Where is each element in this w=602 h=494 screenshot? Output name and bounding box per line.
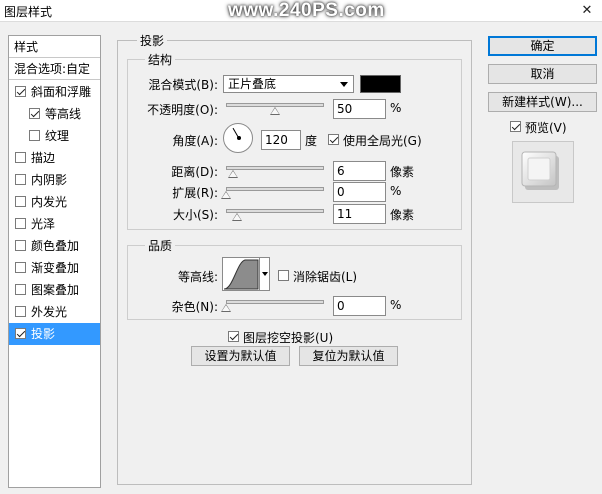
size-slider-thumb[interactable]	[232, 213, 242, 221]
style-item-label: 颜色叠加	[31, 239, 80, 253]
style-item-bevel-emboss[interactable]: 斜面和浮雕	[9, 81, 100, 103]
style-item-label: 投影	[31, 327, 56, 341]
contour-checkbox[interactable]	[29, 108, 40, 119]
new-style-button[interactable]: 新建样式(W)...	[488, 92, 597, 112]
pattern-overlay-checkbox[interactable]	[15, 284, 26, 295]
knockout-label: 图层挖空投影(U)	[243, 331, 334, 345]
distance-label: 距离(D):	[171, 165, 218, 179]
angle-dial[interactable]	[223, 123, 253, 153]
texture-checkbox[interactable]	[29, 130, 40, 141]
noise-input[interactable]: 0	[333, 296, 386, 316]
watermark: www.240PS.com	[228, 0, 385, 21]
preview-checkbox[interactable]	[510, 121, 521, 132]
angle-center-icon	[237, 136, 241, 140]
style-item-outer-glow[interactable]: 外发光	[9, 301, 100, 323]
antialias-checkbox[interactable]	[278, 270, 289, 281]
angle-input[interactable]: 120	[261, 130, 301, 150]
style-item-stroke[interactable]: 描边	[9, 147, 100, 169]
bevel-emboss-checkbox[interactable]	[15, 86, 26, 97]
section-title: 投影	[137, 32, 168, 49]
opacity-label: 不透明度(O):	[147, 103, 218, 117]
style-item-satin[interactable]: 光泽	[9, 213, 100, 235]
noise-slider-thumb[interactable]	[221, 304, 231, 312]
spread-slider[interactable]	[226, 187, 324, 191]
color-overlay-checkbox[interactable]	[15, 240, 26, 251]
opacity-slider-thumb[interactable]	[270, 107, 280, 115]
global-light-label: 使用全局光(G)	[343, 134, 422, 148]
size-input[interactable]: 11	[333, 204, 386, 224]
size-unit: 像素	[390, 208, 415, 222]
distance-slider-thumb[interactable]	[228, 170, 238, 178]
contour-curve-icon	[223, 259, 259, 290]
styles-header[interactable]: 样式	[9, 36, 100, 58]
structure-title: 结构	[145, 51, 176, 68]
reset-default-button[interactable]: 复位为默认值	[299, 346, 398, 366]
noise-unit: %	[390, 298, 402, 312]
size-label: 大小(S):	[172, 208, 218, 222]
cancel-button[interactable]: 取消	[488, 64, 597, 84]
distance-slider[interactable]	[226, 166, 324, 170]
opacity-input[interactable]: 50	[333, 99, 386, 119]
drop-shadow-checkbox[interactable]	[15, 328, 26, 339]
inner-shadow-checkbox[interactable]	[15, 174, 26, 185]
contour-preview[interactable]	[222, 257, 260, 291]
title-bar: 图层样式 www.240PS.com ✕	[0, 0, 602, 22]
opacity-unit: %	[390, 101, 402, 115]
style-item-label: 外发光	[31, 305, 68, 319]
blend-mode-select[interactable]: 正片叠底	[223, 75, 354, 93]
style-item-label: 光泽	[31, 217, 56, 231]
spread-unit: %	[390, 184, 402, 198]
style-preview	[512, 141, 574, 203]
style-item-label: 纹理	[45, 129, 70, 143]
spread-label: 扩展(R):	[172, 186, 218, 200]
style-item-inner-shadow[interactable]: 内阴影	[9, 169, 100, 191]
shadow-color-swatch[interactable]	[360, 75, 401, 93]
styles-list: 样式 混合选项:自定 斜面和浮雕 等高线 纹理 描边 内阴影 内发光 光泽 颜色…	[8, 35, 101, 488]
satin-checkbox[interactable]	[15, 218, 26, 229]
quality-title: 品质	[145, 237, 176, 254]
noise-slider[interactable]	[226, 300, 324, 304]
style-item-drop-shadow[interactable]: 投影	[9, 323, 100, 345]
make-default-button[interactable]: 设置为默认值	[191, 346, 290, 366]
contour-label: 等高线:	[177, 270, 218, 284]
inner-glow-checkbox[interactable]	[15, 196, 26, 207]
style-item-label: 渐变叠加	[31, 261, 80, 275]
distance-input[interactable]: 6	[333, 161, 386, 181]
style-item-label: 图案叠加	[31, 283, 80, 297]
style-item-texture[interactable]: 纹理	[9, 125, 100, 147]
antialias-label: 消除锯齿(L)	[293, 270, 358, 284]
style-item-color-overlay[interactable]: 颜色叠加	[9, 235, 100, 257]
blend-mode-value: 正片叠底	[228, 77, 277, 91]
blend-mode-label: 混合模式(B):	[148, 78, 218, 92]
preview-thumbnail-icon	[521, 151, 559, 190]
preview-label: 预览(V)	[525, 121, 567, 135]
angle-label: 角度(A):	[172, 134, 218, 148]
style-item-label: 内阴影	[31, 173, 68, 187]
spread-slider-thumb[interactable]	[221, 191, 231, 199]
stroke-checkbox[interactable]	[15, 152, 26, 163]
style-item-label: 等高线	[45, 107, 82, 121]
style-item-gradient-overlay[interactable]: 渐变叠加	[9, 257, 100, 279]
style-item-inner-glow[interactable]: 内发光	[9, 191, 100, 213]
distance-unit: 像素	[390, 165, 415, 179]
noise-label: 杂色(N):	[171, 300, 218, 314]
ok-button[interactable]: 确定	[488, 36, 597, 56]
close-icon[interactable]: ✕	[578, 3, 596, 19]
global-light-checkbox[interactable]	[328, 134, 339, 145]
spread-input[interactable]: 0	[333, 182, 386, 202]
blending-options-item[interactable]: 混合选项:自定	[9, 58, 100, 80]
style-item-label: 描边	[31, 151, 56, 165]
outer-glow-checkbox[interactable]	[15, 306, 26, 317]
window-title: 图层样式	[4, 5, 53, 19]
style-item-label: 内发光	[31, 195, 68, 209]
angle-unit: 度	[305, 134, 318, 148]
style-item-contour[interactable]: 等高线	[9, 103, 100, 125]
knockout-checkbox[interactable]	[228, 331, 239, 342]
style-item-pattern-overlay[interactable]: 图案叠加	[9, 279, 100, 301]
chevron-down-icon	[340, 82, 348, 87]
style-item-label: 斜面和浮雕	[31, 85, 92, 99]
contour-dropdown[interactable]	[260, 257, 270, 291]
gradient-overlay-checkbox[interactable]	[15, 262, 26, 273]
